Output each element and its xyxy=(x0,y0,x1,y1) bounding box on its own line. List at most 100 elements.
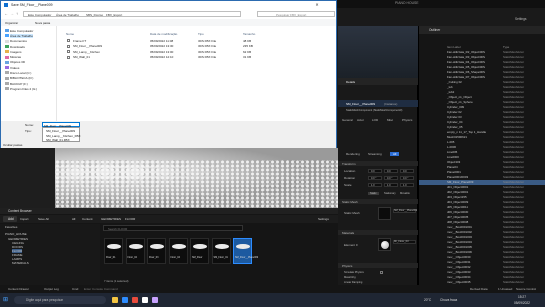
address-segment-3[interactable]: SBS_Dcorso xyxy=(86,13,103,17)
breadcrumb-all[interactable]: All xyxy=(72,217,75,221)
unreal-engine-icon[interactable] xyxy=(142,297,148,303)
settings-button[interactable]: Settings xyxy=(515,17,527,21)
clock-date[interactable]: 05/09/2022 xyxy=(514,301,530,305)
section-static-mesh[interactable]: Static Mesh xyxy=(342,200,358,204)
save-all-button[interactable]: Save All xyxy=(38,217,49,221)
static-mesh-thumbnail[interactable] xyxy=(378,207,391,220)
mobility-option[interactable]: Static xyxy=(368,192,379,195)
derived-data-button[interactable]: Derived Data xyxy=(470,287,488,291)
nav-item[interactable]: Disco Local (C:) xyxy=(10,71,31,75)
nav-item[interactable]: Este Computador xyxy=(10,29,33,33)
section-materials[interactable]: Materials xyxy=(342,231,354,235)
console-input[interactable]: Enter Console Command xyxy=(84,287,118,291)
dropdown-item[interactable]: SM_Lamp__Kitchen_FBX xyxy=(46,134,81,138)
chrome-icon[interactable] xyxy=(132,297,138,303)
edge-icon[interactable] xyxy=(122,297,128,303)
add-button[interactable]: Add xyxy=(3,216,17,222)
dropdown-item[interactable]: SM_Floor__Plane009 xyxy=(46,129,75,133)
clock-time[interactable]: 15:27 xyxy=(518,295,526,299)
file-row[interactable]: SM_Floor__Plane009 05/09/2022 13:30 3DS FB… xyxy=(58,44,278,49)
location-field[interactable]: 0.0 xyxy=(400,169,414,173)
output-log-button[interactable]: Output Log xyxy=(44,287,59,291)
dropdown-item[interactable]: SM_Wall_01.FBX xyxy=(46,138,70,142)
scale-label[interactable]: Scale xyxy=(344,183,352,187)
rotation-label[interactable]: Rotation xyxy=(344,176,355,180)
details-subtab[interactable]: All xyxy=(390,152,400,156)
outliner-col-item[interactable]: Item Label xyxy=(447,45,461,49)
content-settings-button[interactable]: Settings xyxy=(318,217,329,221)
material-thumbnail[interactable] xyxy=(378,238,391,251)
weather-text[interactable]: Chuva fraca xyxy=(440,298,457,302)
new-folder-button[interactable]: Nova pasta xyxy=(35,21,50,25)
content-browser-tab[interactable]: Content Browser xyxy=(0,208,338,214)
outliner-col-type[interactable]: Type xyxy=(503,45,509,49)
windows-start-icon[interactable]: ⊞ xyxy=(3,296,8,303)
asset-tile[interactable]: Floor_01 xyxy=(104,238,123,264)
back-arrow-icon[interactable]: ← xyxy=(4,11,8,16)
rotation-field[interactable]: 0.0 ° xyxy=(368,176,382,180)
rotation-field[interactable]: 0.0 ° xyxy=(384,176,398,180)
scale-field[interactable]: 1.0 xyxy=(400,183,414,187)
scale-field[interactable]: 1.0 xyxy=(384,183,398,187)
weather-temperature[interactable]: 20°C xyxy=(424,298,431,302)
breadcrumb-floor[interactable]: FLOOR xyxy=(125,217,135,221)
nav-item[interactable]: BIBLIOTECA (D:) xyxy=(10,76,33,80)
source-control-button[interactable]: Source Control xyxy=(516,287,536,291)
breadcrumb-content[interactable]: Content xyxy=(82,217,93,221)
address-bar[interactable]: Este Computador Área de Trabalho SBS_Dco… xyxy=(23,11,241,17)
dialog-search-input[interactable]: Pesquisar FBX_Export xyxy=(257,11,335,17)
nav-item[interactable]: Imagens xyxy=(10,50,22,54)
section-physics[interactable]: Physics xyxy=(342,264,352,268)
unsaved-button[interactable]: 1 Unsaved xyxy=(498,287,512,291)
nav-item[interactable]: BACKUP (F:) xyxy=(10,82,28,86)
viewport-preview[interactable] xyxy=(338,26,418,78)
filename-autocomplete-dropdown[interactable]: SM_Floor__Plane009 SM_Lamp__Kitchen_FBX … xyxy=(42,127,81,142)
mobility-option[interactable]: Movable xyxy=(400,192,410,195)
col-type[interactable]: Tipo xyxy=(198,32,204,36)
asset-tile[interactable]: Floor_03 xyxy=(147,238,166,264)
up-arrow-icon[interactable]: ↑ xyxy=(16,11,18,16)
content-search-input[interactable]: Search FLOOR xyxy=(103,225,243,231)
nav-item[interactable]: Área de Trabalho xyxy=(10,33,34,38)
app-icon[interactable] xyxy=(152,297,158,303)
simulate-physics-checkbox[interactable] xyxy=(380,271,383,274)
details-subtab[interactable]: Rendering xyxy=(346,152,360,156)
file-row[interactable]: SM_Wall_01 05/09/2022 12:10 3DS FBX File 31… xyxy=(58,55,278,60)
asset-tile[interactable]: SM_Floor_01 xyxy=(211,238,231,264)
rotation-field[interactable]: 0.0 ° xyxy=(400,176,414,180)
nav-item[interactable]: Músicas xyxy=(10,55,21,59)
address-segment-2[interactable]: Área de Trabalho xyxy=(56,13,79,17)
details-subtab[interactable]: Streaming xyxy=(368,152,382,156)
nav-item[interactable]: Program Files 2 (G:) xyxy=(10,87,37,91)
element-value[interactable]: MI_Floor_03 xyxy=(394,240,409,243)
taskbar-search-input[interactable]: Digite aqui para pesquisar xyxy=(14,296,106,304)
import-button[interactable]: Import xyxy=(20,217,29,221)
file-row[interactable]: Frame.FT 05/09/2022 11:08 3DS FBX File 48 K… xyxy=(58,38,278,43)
location-field[interactable]: 0.0 xyxy=(368,169,382,173)
asset-tile[interactable]: SM_Floor xyxy=(190,238,209,264)
nav-item[interactable]: Vídeos xyxy=(10,66,19,70)
details-tab[interactable]: Physics xyxy=(402,118,412,122)
hide-folders-toggle[interactable]: Ocultar pastas xyxy=(3,143,22,147)
asset-tile[interactable]: Floor_04 xyxy=(168,238,188,264)
col-name[interactable]: Nome xyxy=(66,32,74,36)
asset-tile[interactable]: SM_Floor__Plane009 xyxy=(233,238,258,264)
file-explorer-icon[interactable] xyxy=(112,297,118,303)
details-tab[interactable]: General xyxy=(342,118,353,122)
details-tab[interactable]: LOD xyxy=(372,118,378,122)
details-component[interactable]: StaticMeshComponent (StaticMeshComponent… xyxy=(346,109,402,112)
details-tab[interactable]: Misc xyxy=(387,118,393,122)
tree-folder[interactable]: MATERIALS xyxy=(12,261,29,265)
address-segment-4[interactable]: FBX_Export xyxy=(106,13,122,17)
file-row[interactable]: SM_Lamp__Kitchen 05/09/2022 13:00 3DS FBX … xyxy=(58,49,278,54)
mobility-option[interactable]: Stationary xyxy=(384,192,396,195)
section-transform[interactable]: Transform xyxy=(342,162,356,166)
close-icon[interactable]: ✕ xyxy=(311,2,323,8)
location-field[interactable]: 0.0 xyxy=(384,169,398,173)
cmd-dropdown[interactable]: Cmd xyxy=(72,287,78,291)
nav-item[interactable]: Objetos 3D xyxy=(10,60,25,64)
address-segment-1[interactable]: Este Computador xyxy=(28,13,51,17)
nav-item[interactable]: Downloads xyxy=(10,45,25,49)
content-drawer-button[interactable]: Content Drawer xyxy=(8,287,29,291)
scale-field[interactable]: 1.0 xyxy=(368,183,382,187)
